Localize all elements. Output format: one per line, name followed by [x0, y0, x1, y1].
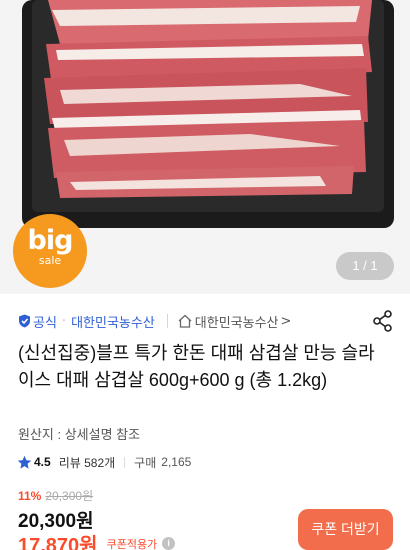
chevron-right-icon: >	[280, 313, 292, 329]
discount-row: 11% 20,300원	[18, 487, 93, 504]
shield-check-icon	[19, 314, 30, 328]
dot-separator: ·	[61, 313, 67, 329]
coupon-applied-label: 쿠폰적용가	[106, 538, 158, 550]
rating-row: 4.5 리뷰 582개 구매 2,165	[17, 453, 191, 471]
review-count-link[interactable]: 리뷰 582개	[59, 454, 115, 471]
rating-score: 4.5	[34, 455, 51, 469]
purchase-count: 2,165	[161, 455, 192, 469]
original-price: 20,300원	[45, 489, 94, 503]
coupon-price-row: 17,870원 쿠폰적용가 i	[18, 529, 176, 550]
coupon-price: 17,870원	[18, 535, 98, 550]
discount-rate: 11%	[18, 489, 42, 503]
big-sale-badge: big sale	[13, 214, 87, 288]
house-icon	[178, 314, 192, 328]
origin-info: 원산지 : 상세설명 참조	[18, 427, 141, 442]
divider	[124, 456, 126, 468]
image-page-counter: 1 / 1	[336, 252, 394, 280]
seller-row: 공식 · 대한민국농수산 대한민국농수산 >	[18, 309, 394, 333]
official-label: 공식	[33, 314, 57, 330]
more-coupons-button[interactable]: 쿠폰 더받기	[298, 509, 393, 550]
seller-name-link[interactable]: 대한민국농수산	[71, 312, 155, 331]
info-icon[interactable]: i	[162, 537, 176, 550]
star-icon	[17, 455, 32, 469]
product-image[interactable]: big sale 1 / 1	[0, 0, 410, 294]
badge-big-text: big	[27, 225, 74, 256]
store-link[interactable]: 대한민국농수산	[195, 312, 279, 331]
badge-sale-text: sale	[38, 254, 62, 267]
divider	[166, 314, 168, 328]
product-title: (신선집중)블프 특가 한돈 대패 삼겹살 만능 슬라이스 대패 삼겹살 600…	[18, 343, 375, 390]
share-icon[interactable]	[372, 309, 394, 333]
purchase-label: 구매	[134, 455, 157, 470]
